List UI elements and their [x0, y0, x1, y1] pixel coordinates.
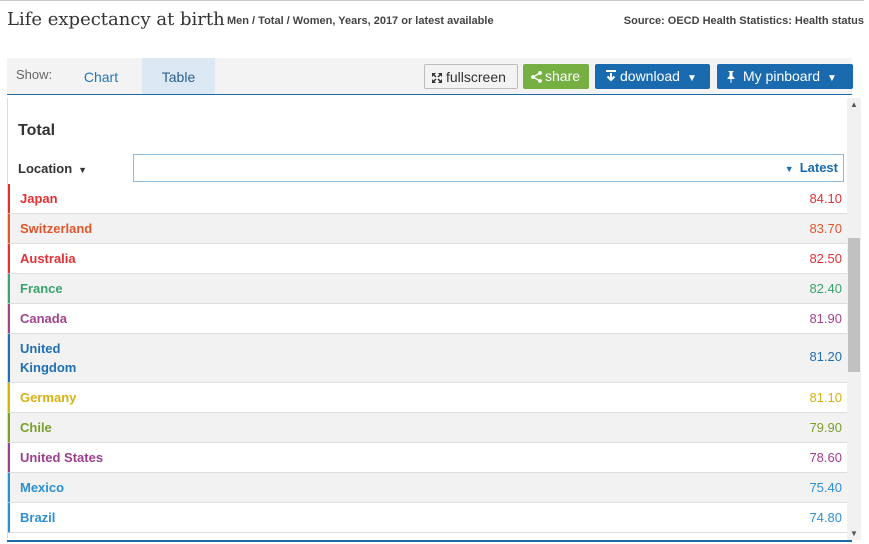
bottom-divider — [7, 540, 852, 542]
row-location: France — [20, 281, 63, 296]
row-location: Brazil — [20, 510, 56, 525]
row-value: 82.50 — [809, 251, 842, 266]
table-row: Germany 81.10 — [8, 383, 848, 413]
row-value: 81.20 — [809, 349, 842, 364]
page-title: Life expectancy at birth — [7, 9, 225, 30]
tab-table[interactable]: Table — [142, 58, 215, 94]
expand-icon — [432, 73, 442, 83]
table-row: Chile 79.90 — [8, 413, 848, 443]
share-button[interactable]: share — [523, 64, 589, 89]
latest-header-label: Latest — [799, 160, 838, 175]
fullscreen-label: fullscreen — [446, 69, 506, 85]
row-location: United Kingdom — [20, 341, 77, 375]
row-value: 84.10 — [809, 191, 842, 206]
table-row: United States 78.60 — [8, 443, 848, 473]
table-row: Switzerland 83.70 — [8, 214, 848, 244]
table-row: Canada 81.90 — [8, 304, 848, 334]
scrollbar-thumb[interactable] — [848, 238, 860, 372]
table-title: Total — [18, 122, 56, 139]
row-value: 75.40 — [809, 480, 842, 495]
sort-down-icon: ▼ — [78, 165, 88, 175]
row-location: Switzerland — [20, 221, 93, 236]
share-label: share — [545, 68, 581, 84]
source-note: Source: OECD Health Statistics: Health s… — [623, 15, 864, 27]
row-location: Chile — [20, 420, 52, 435]
download-label: download — [620, 68, 680, 84]
pinboard-button[interactable]: My pinboard ▼ — [717, 64, 853, 89]
vertical-scrollbar[interactable]: ▲ ▼ — [847, 98, 861, 540]
table-body: Japan 84.10 Switzerland 83.70 Australia 82.50… — [8, 184, 848, 533]
download-button[interactable]: download ▼ — [595, 64, 710, 89]
row-value: 81.90 — [809, 311, 842, 326]
row-value: 81.10 — [809, 390, 842, 405]
pinboard-label: My pinboard — [743, 68, 821, 84]
row-location: Australia — [20, 251, 76, 266]
scroll-up-icon[interactable]: ▲ — [849, 100, 859, 109]
row-location: Canada — [20, 311, 67, 326]
table-row: Japan 84.10 — [8, 184, 848, 214]
location-header-label: Location — [18, 161, 73, 176]
row-value: 83.70 — [809, 221, 842, 236]
table-row: Mexico 75.40 — [8, 473, 848, 503]
tab-chart[interactable]: Chart — [69, 58, 133, 94]
chart-header: Life expectancy at birth Men / Total / W… — [0, 0, 864, 45]
row-value: 78.60 — [809, 450, 842, 465]
row-location: United States — [20, 450, 104, 465]
chevron-down-icon: ▼ — [686, 73, 697, 84]
chevron-down-icon: ▼ — [827, 73, 837, 84]
row-value: 82.40 — [809, 281, 842, 296]
sort-down-icon: ▼ — [784, 164, 794, 174]
table-row: Australia 82.50 — [8, 244, 848, 274]
latest-column-header[interactable]: ▼ Latest — [133, 154, 844, 182]
location-column-header[interactable]: Location ▼ — [18, 161, 87, 176]
row-location: Germany — [20, 390, 77, 405]
fullscreen-button[interactable]: fullscreen — [424, 64, 518, 89]
row-value: 74.80 — [809, 510, 842, 525]
toolbar: Show: Chart Table fullscreen share downl… — [7, 58, 853, 95]
row-location: Mexico — [20, 480, 65, 495]
data-table-panel: Total Location ▼ ▼ Latest Japan 84.10 Switze… — [7, 98, 848, 538]
row-location: Japan — [20, 191, 58, 206]
row-value: 79.90 — [809, 420, 842, 435]
table-row: Brazil 74.80 — [8, 503, 848, 533]
share-icon — [531, 71, 542, 83]
table-row: United Kingdom 81.20 — [8, 334, 848, 383]
table-row: France 82.40 — [8, 274, 848, 304]
show-label: Show: — [16, 67, 53, 82]
scroll-down-icon[interactable]: ▼ — [849, 529, 859, 538]
download-icon — [606, 70, 616, 82]
page-subtitle: Men / Total / Women, Years, 2017 or late… — [227, 15, 494, 27]
pin-icon — [727, 71, 735, 83]
